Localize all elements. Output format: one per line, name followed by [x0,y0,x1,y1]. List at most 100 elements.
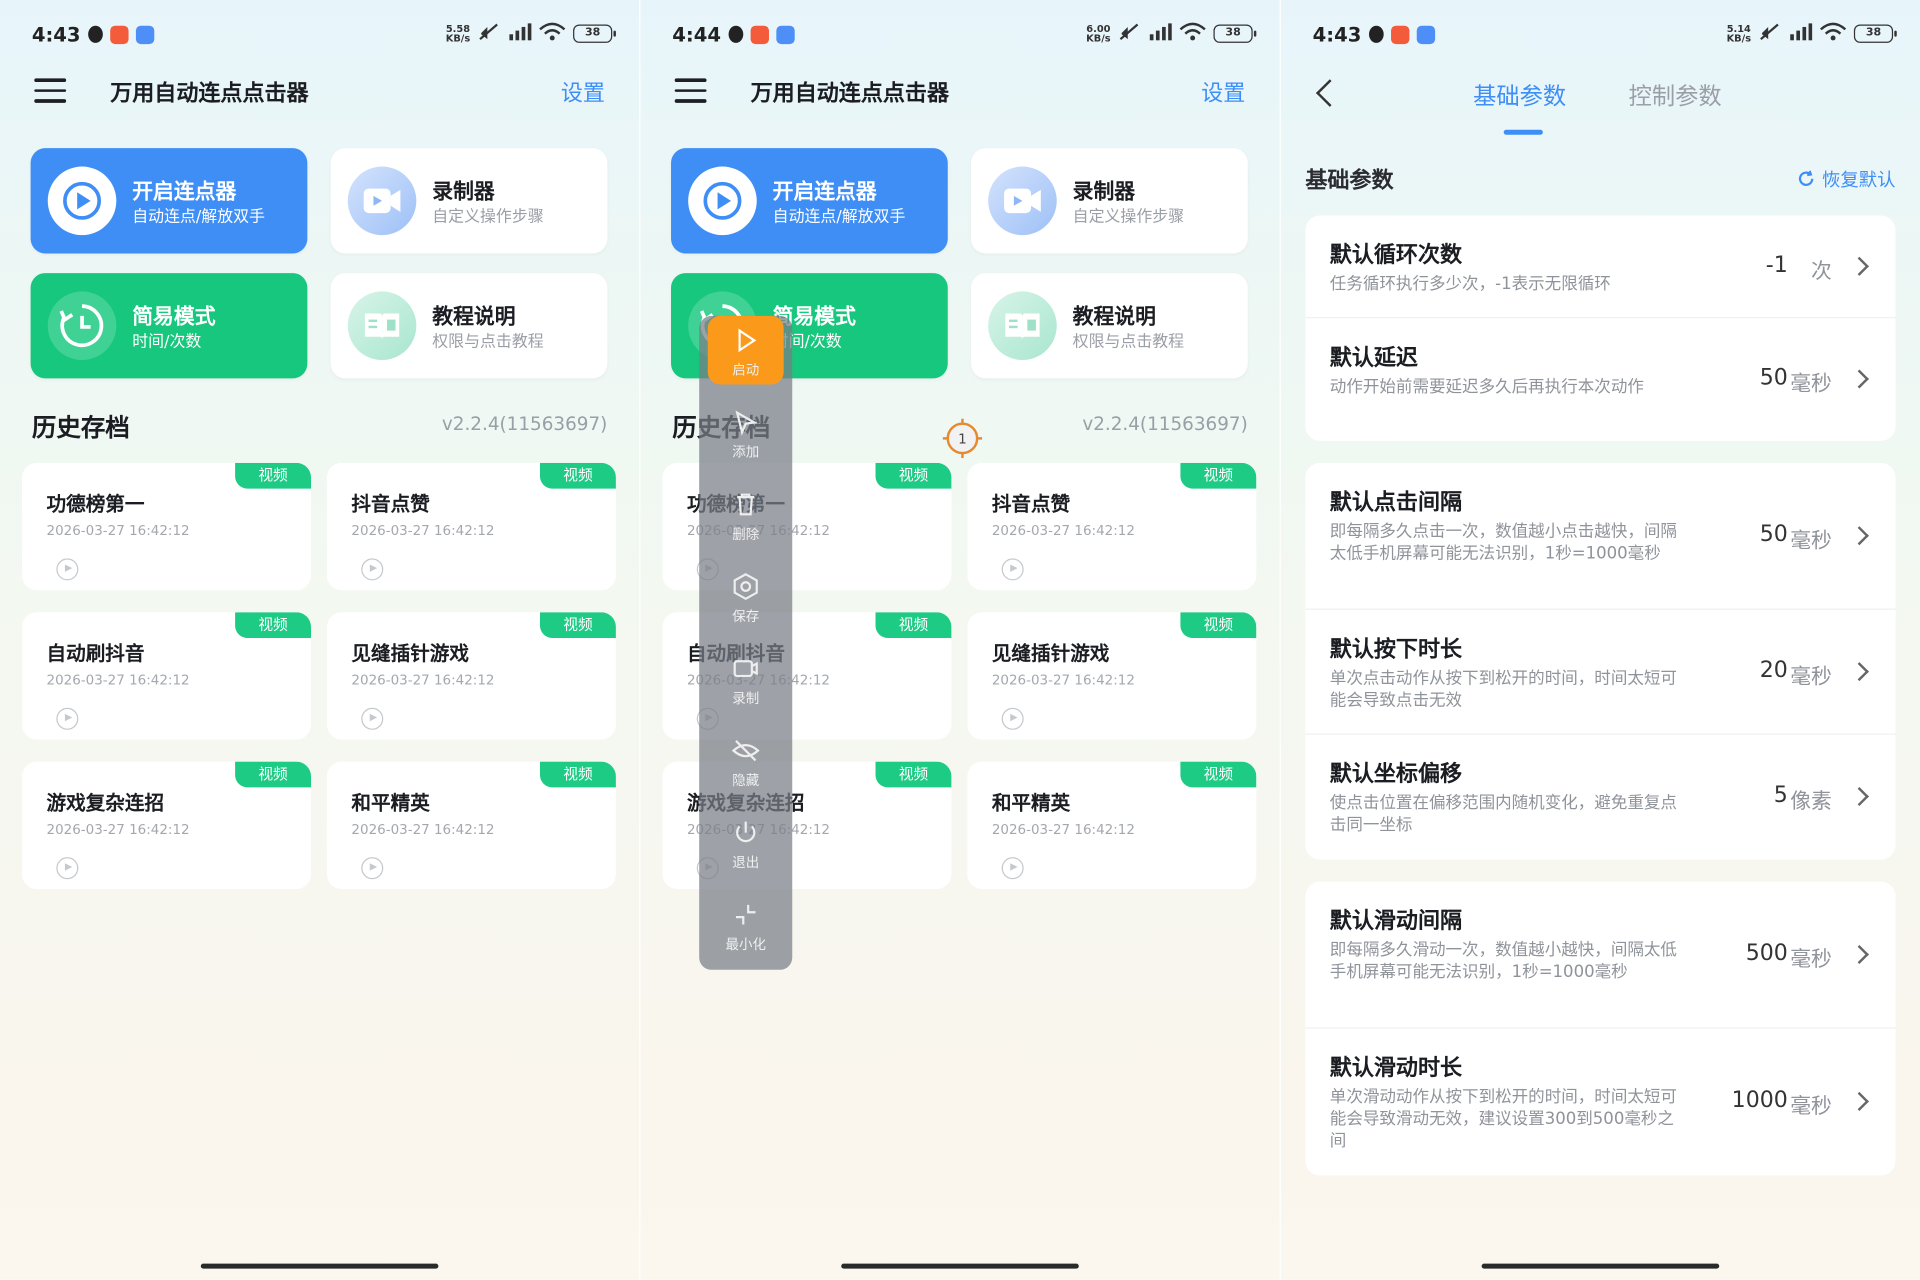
wifi-icon [539,22,566,45]
recorder-card[interactable]: 录制器 自定义操作步骤 [971,148,1248,254]
setting-title: 默认循环次数 [1329,242,1463,269]
menu-icon[interactable] [34,78,67,103]
mute-icon [1118,22,1140,45]
toolbar-item-add-pointer[interactable]: 添加 [699,398,792,467]
setting-value[interactable]: 1000 [1732,1087,1788,1113]
tab-control-params[interactable]: 控制参数 [1629,78,1722,111]
record-icon [733,660,758,678]
tutorial-card[interactable]: 教程说明 权限与点击教程 [330,273,608,379]
chevron-right-icon[interactable] [1849,1091,1869,1111]
history-title: 历史存档 [31,412,130,443]
play-icon[interactable] [361,857,384,880]
toolbar-item-play[interactable]: 启动 [699,316,792,385]
start-clicker-card[interactable]: 开启连点器 自动连点/解放双手 [671,148,948,254]
toolbar-item-label: 退出 [732,854,760,871]
video-badge: 视频 [235,612,312,638]
setting-unit: 次 [1811,259,1832,285]
setting-value[interactable]: 5 [1774,782,1788,808]
history-card[interactable]: 视频功德榜第一 2026-03-27 16:42:12 [22,462,312,591]
settings-row[interactable]: 默认滑动时长 单次滑动动作从按下到松开的时间，时间太短可能会导致滑动无效，建议设置… [1305,1029,1895,1176]
marker-index: 1 [958,432,967,447]
toolbar-item-delete[interactable]: 删除 [699,480,792,549]
reset-default-button[interactable]: 恢复默认 [1797,167,1896,193]
qq-icon [728,25,744,43]
chevron-right-icon[interactable] [1849,944,1869,965]
toolbar-item-minimize[interactable]: 最小化 [699,890,792,959]
setting-value[interactable]: 50 [1760,365,1788,391]
history-name: 抖音点赞 [351,492,430,516]
network-speed: 5.14 KB/s [1726,23,1752,44]
setting-value[interactable]: 50 [1760,522,1788,548]
tab-basic-params[interactable]: 基础参数 [1473,78,1566,111]
app-title: 万用自动连点点击器 [750,80,949,107]
history-card[interactable]: 视频 抖音点赞 2026-03-27 16:42:12 [326,462,616,591]
setting-title: 默认按下时长 [1329,636,1463,663]
play-icon[interactable] [56,558,79,581]
play-icon[interactable] [1001,558,1024,581]
setting-description: 即每隔多久点击一次，数值越小点击越快，间隔太低手机屏幕可能无法识别，1秒=100… [1329,521,1677,564]
chevron-right-icon[interactable] [1849,787,1869,807]
toolbar-item-record[interactable]: 录制 [699,644,792,713]
params-screen: 4:43 5.14 KB/s 38 基础参数 控制参数 基础参数 恢复默认 默认循环次… [1280,0,1920,1280]
browser-icon [1416,25,1436,45]
toolbar-item-save[interactable]: 保存 [699,562,792,631]
history-card[interactable]: 视频自动刷抖音 2026-03-27 16:42:12 [22,612,312,740]
click-point-marker[interactable]: 1 [940,416,984,460]
net-speed-unit: KB/s [1726,32,1752,44]
status-app-icons [88,25,155,45]
toolbar-item-hide[interactable]: 隐藏 [699,726,792,795]
settings-link[interactable]: 设置 [1201,76,1245,108]
power-icon [736,821,756,843]
history-card[interactable]: 视频 和平精英 2026-03-27 16:42:12 [326,761,616,889]
settings-row[interactable]: 默认滑动间隔 即每隔多久滑动一次，数值越小越快，间隔太低手机屏幕可能无法识别，1秒… [1305,882,1896,1029]
feature-title: 录制器 [432,180,495,205]
chevron-right-icon[interactable] [1849,526,1869,546]
settings-row[interactable]: 默认坐标偏移 使点击位置在偏移范围内随机变化，避免重复点击同一坐标 5 像素 [1305,735,1895,860]
history-card[interactable]: 视频 抖音点赞 2026-03-27 16:42:12 [967,462,1257,591]
menu-icon[interactable] [674,78,707,103]
version-label: v2.2.4(11563697) [441,412,608,435]
net-speed-unit: KB/s [445,32,471,44]
refresh-icon [1799,170,1814,186]
play-icon[interactable] [56,707,79,730]
recorder-card[interactable]: 录制器 自定义操作步骤 [330,148,608,254]
setting-description: 动作开始前需要延迟多久后再执行本次动作 [1329,377,1644,397]
history-date: 2026-03-27 16:42:12 [351,522,495,539]
play-icon[interactable] [1001,707,1024,730]
tutorial-card[interactable]: 教程说明 权限与点击教程 [971,273,1248,379]
setting-description: 即每隔多久滑动一次，数值越小越快，间隔太低手机屏幕可能无法识别，1秒=1000毫… [1329,940,1677,983]
status-time: 4:43 [31,23,81,47]
simple-mode-card[interactable]: 简易模式 时间/次数 [30,273,308,379]
back-icon[interactable] [1315,79,1344,107]
settings-row[interactable]: 默认按下时长 单次点击动作从按下到松开的时间，时间太短可能会导致点击无效 20 毫秒 [1305,610,1896,735]
delete-icon [737,493,755,516]
history-name: 抖音点赞 [991,492,1071,516]
history-card[interactable]: 视频 见缝插针游戏 2026-03-27 16:42:12 [326,612,616,740]
chevron-right-icon[interactable] [1849,256,1869,276]
video-badge: 视频 [875,612,952,638]
play-icon[interactable] [361,558,384,581]
chevron-right-icon[interactable] [1849,369,1869,389]
active-tab-indicator [1503,129,1543,135]
start-clicker-card[interactable]: 开启连点器 自动连点/解放双手 [30,148,308,254]
setting-value[interactable]: -1 [1766,252,1788,278]
feature-title: 开启连点器 [132,180,237,205]
weibo-icon [1391,25,1410,45]
settings-row[interactable]: 默认点击间隔 即每隔多久点击一次，数值越小点击越快，间隔太低手机屏幕可能无法识别，… [1305,463,1896,610]
setting-value[interactable]: 20 [1760,658,1788,684]
setting-value[interactable]: 500 [1746,940,1788,966]
toolbar-item-label: 添加 [732,444,760,461]
chevron-right-icon[interactable] [1849,662,1869,682]
play-icon[interactable] [1001,857,1024,880]
settings-row[interactable]: 默认循环次数 任务循环执行多少次，-1表示无限循环 -1 次 [1305,216,1896,319]
history-card[interactable]: 视频游戏复杂连招 2026-03-27 16:42:12 [22,761,312,889]
history-card[interactable]: 视频 和平精英 2026-03-27 16:42:12 [967,761,1257,889]
play-icon[interactable] [56,857,79,880]
feature-title: 教程说明 [432,304,516,330]
history-card[interactable]: 视频 见缝插针游戏 2026-03-27 16:42:12 [967,612,1257,740]
settings-row[interactable]: 默认延迟 动作开始前需要延迟多久后再执行本次动作 50 毫秒 [1305,318,1895,440]
battery-icon: 38 [573,24,616,43]
play-icon[interactable] [361,707,384,730]
settings-link[interactable]: 设置 [561,76,605,108]
toolbar-item-power[interactable]: 退出 [699,808,792,877]
